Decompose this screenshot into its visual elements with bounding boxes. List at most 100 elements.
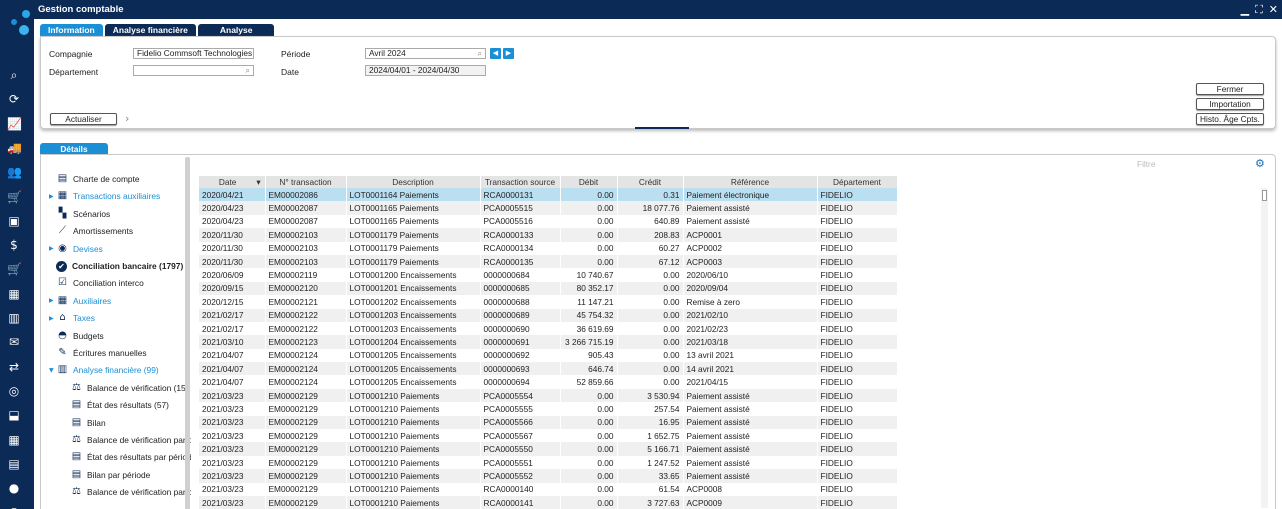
message-icon[interactable]: ● bbox=[7, 481, 21, 495]
column-header[interactable]: Référence bbox=[683, 176, 818, 188]
tree-item[interactable]: ⟋ Amortissements bbox=[49, 224, 133, 238]
tree-item[interactable]: ✔ Conciliation bancaire (1797) bbox=[49, 259, 183, 273]
column-header[interactable]: Département bbox=[817, 176, 898, 188]
refresh-icon[interactable]: ⟳ bbox=[7, 92, 21, 106]
chart-icon[interactable]: 📈 bbox=[7, 117, 22, 131]
search-icon[interactable]: ⌕ bbox=[478, 49, 482, 58]
inbox-icon[interactable]: ⬓ bbox=[7, 408, 21, 422]
next-period-button[interactable]: ▶ bbox=[503, 48, 514, 59]
tree-item[interactable]: ▤ Bilan bbox=[63, 416, 106, 430]
chevron-right-icon[interactable]: ▶ bbox=[49, 315, 56, 322]
table-row[interactable]: 2020/04/23 EM00002087 LOT0001165 Paiements… bbox=[199, 201, 898, 215]
chevron-right-icon[interactable]: ▶ bbox=[49, 245, 56, 252]
company-field[interactable]: Fidelio Commsoft Technologies bbox=[133, 48, 254, 59]
splitter-handle[interactable] bbox=[635, 127, 689, 129]
tree-item[interactable]: ⚖ Balance de vérification (153 bbox=[63, 381, 190, 395]
table-row[interactable]: 2021/03/10 EM00002123 LOT0001204 Encaissem… bbox=[199, 335, 898, 349]
contact-icon[interactable]: ▣ bbox=[7, 214, 21, 228]
table-row[interactable]: 2021/03/23 EM00002129 LOT0001210 Paiements… bbox=[199, 442, 898, 456]
close-icon[interactable]: ✕ bbox=[1269, 3, 1278, 17]
tree-scrollbar[interactable] bbox=[185, 157, 190, 509]
search-icon[interactable]: ⌕ bbox=[7, 68, 21, 82]
tree-item[interactable]: ▤ Bilan par période bbox=[63, 468, 151, 482]
close-button[interactable]: Fermer bbox=[1196, 83, 1264, 95]
table-row[interactable]: 2021/03/23 EM00002129 LOT0001210 Paiements… bbox=[199, 455, 898, 470]
apps-icon[interactable]: ▦ bbox=[7, 433, 21, 447]
search-icon[interactable]: ⌕ bbox=[246, 66, 250, 75]
table-row[interactable]: 2021/03/23 EM00002129 LOT0001210 Paiements… bbox=[199, 402, 898, 416]
column-header[interactable]: Description bbox=[346, 176, 481, 188]
cart-icon[interactable]: 🛒 bbox=[7, 190, 22, 204]
tree-item[interactable]: ▼ ▥ Analyse financière (99) bbox=[49, 363, 159, 377]
import-button[interactable]: Importation bbox=[1196, 98, 1264, 110]
column-header[interactable]: Débit bbox=[560, 176, 618, 188]
coins-icon[interactable]: ◎ bbox=[7, 384, 21, 398]
table-row[interactable]: 2021/03/23 EM00002129 LOT0001210 Paiements… bbox=[199, 469, 898, 483]
table-row[interactable]: 2021/02/17 EM00002122 LOT0001203 Encaissem… bbox=[199, 308, 898, 322]
table-row[interactable]: 2021/03/23 EM00002129 LOT0001210 Paiements… bbox=[199, 415, 898, 430]
table-row[interactable]: 2020/06/09 EM00002119 LOT0001200 Encaissem… bbox=[199, 268, 898, 282]
column-header[interactable]: Date ▾ bbox=[199, 176, 266, 188]
tree-item[interactable]: ⚖ Balance de vérification par p bbox=[63, 433, 191, 447]
tree-item[interactable]: ☑ Conciliation interco bbox=[49, 276, 144, 290]
maximize-icon[interactable]: ⛶ bbox=[1255, 3, 1263, 17]
table-row[interactable]: 2021/03/23 EM00002129 LOT0001210 Paiements… bbox=[199, 495, 898, 509]
bar-chart-icon[interactable]: ▮ bbox=[7, 505, 21, 509]
org-icon[interactable]: ▦ bbox=[7, 287, 21, 301]
sort-icon[interactable]: ▾ bbox=[256, 177, 260, 187]
table-row[interactable]: 2021/03/23 EM00002129 LOT0001210 Paiements… bbox=[199, 388, 898, 403]
table-row[interactable]: 2020/04/21 EM00002086 LOT0001164 Paiements… bbox=[199, 188, 898, 202]
tree-item[interactable]: ▶ ⌂ Taxes bbox=[49, 311, 95, 325]
table-row[interactable]: 2021/04/07 EM00002124 LOT0001205 Encaissem… bbox=[199, 375, 898, 389]
tree-item[interactable]: ▚ Scénarios bbox=[49, 207, 111, 221]
tree-item[interactable]: ▶ ▦ Transactions auxiliaires bbox=[49, 189, 160, 203]
column-header[interactable]: N° transaction bbox=[265, 176, 347, 188]
chevron-right-icon[interactable]: › bbox=[125, 112, 129, 125]
column-header[interactable]: Crédit bbox=[617, 176, 684, 188]
table-row[interactable]: 2020/11/30 EM00002103 LOT0001179 Paiements… bbox=[199, 254, 898, 269]
table-row[interactable]: 2020/09/15 EM00002120 LOT0001201 Encaissem… bbox=[199, 281, 898, 296]
gear-icon[interactable]: ⚙ bbox=[1255, 157, 1265, 170]
truck-icon[interactable]: 🚚 bbox=[7, 141, 22, 155]
chat-icon[interactable]: ✉ bbox=[7, 335, 21, 349]
table-row[interactable]: 2021/04/07 EM00002124 LOT0001205 Encaissem… bbox=[199, 362, 898, 376]
users-icon[interactable]: 👥 bbox=[7, 165, 22, 179]
table-row[interactable]: 2020/04/23 EM00002087 LOT0001165 Paiements… bbox=[199, 214, 898, 229]
tree-item[interactable]: ▤ État des résultats (57) bbox=[63, 398, 169, 412]
period-field[interactable]: Avril 2024 ⌕ bbox=[365, 48, 486, 59]
tree-item[interactable]: ◓ Budgets bbox=[49, 329, 104, 343]
tree-item[interactable]: ▶ ◉ Devises bbox=[49, 242, 103, 256]
history-button[interactable]: Histo. Âge Cpts. bbox=[1196, 113, 1264, 125]
table-row[interactable]: 2021/03/23 EM00002129 LOT0001210 Paiements… bbox=[199, 482, 898, 496]
tree-item[interactable]: ▶ ▦ Auxiliaires bbox=[49, 294, 111, 308]
dollar-icon[interactable]: $ bbox=[7, 238, 21, 252]
table-row[interactable]: 2021/04/07 EM00002124 LOT0001205 Encaissem… bbox=[199, 348, 898, 363]
table-row[interactable]: 2021/03/23 EM00002129 LOT0001210 Paiements… bbox=[199, 429, 898, 443]
table-row[interactable]: 2020/11/30 EM00002103 LOT0001179 Paiements… bbox=[199, 241, 898, 255]
tree-item[interactable]: ✎ Écritures manuelles bbox=[49, 346, 146, 360]
industry-icon[interactable]: ▤ bbox=[7, 457, 21, 471]
table-row[interactable]: 2021/02/17 EM00002122 LOT0001203 Encaissem… bbox=[199, 321, 898, 336]
chevron-right-icon[interactable]: ▶ bbox=[49, 297, 56, 304]
tree-item[interactable]: ▤ État des résultats par périod bbox=[63, 450, 191, 464]
grid-scrollbar[interactable] bbox=[1261, 188, 1268, 508]
table-cell: EM00002124 bbox=[265, 375, 347, 389]
column-header[interactable]: Transaction source bbox=[480, 176, 561, 188]
filter-input[interactable]: Filtre bbox=[1137, 159, 1155, 169]
basket-icon[interactable]: 🛒 bbox=[7, 262, 22, 276]
transfer-icon[interactable]: ⇄ bbox=[7, 360, 21, 374]
tree-item[interactable]: ⚖ Balance de vérification par c bbox=[63, 485, 191, 499]
scroll-thumb[interactable] bbox=[1262, 190, 1267, 201]
refresh-button[interactable]: Actualiser bbox=[50, 113, 117, 125]
chevron-right-icon[interactable]: ▶ bbox=[49, 193, 56, 200]
table-row[interactable]: 2020/12/15 EM00002121 LOT0001202 Encaissem… bbox=[199, 295, 898, 309]
table-row[interactable]: 2020/11/30 EM00002103 LOT0001179 Paiements… bbox=[199, 228, 898, 242]
minimize-icon[interactable]: ▁ bbox=[1241, 3, 1249, 17]
tree-item[interactable]: ▤ Charte de compte bbox=[49, 172, 140, 186]
department-field[interactable]: ⌕ bbox=[133, 65, 254, 76]
table-cell: LOT0001202 Encaissements bbox=[346, 295, 481, 309]
factory-icon[interactable]: ▥ bbox=[7, 311, 21, 325]
chevron-down-icon[interactable]: ▼ bbox=[49, 367, 56, 374]
table-cell: 61.54 bbox=[617, 482, 684, 496]
previous-period-button[interactable]: ◀ bbox=[490, 48, 501, 59]
